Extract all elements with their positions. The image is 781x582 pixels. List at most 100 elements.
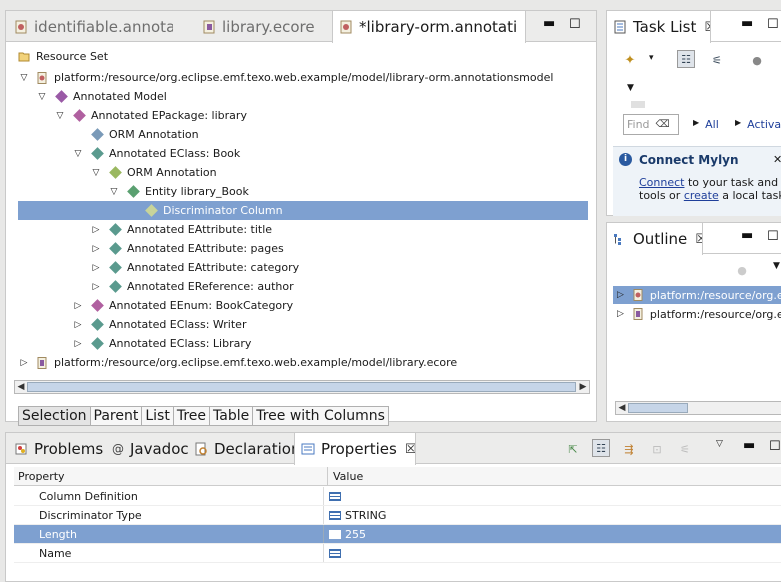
tab-identifiable-annotations[interactable]: identifiable.annotati: [8, 11, 173, 42]
subtab-parent[interactable]: Parent: [90, 406, 143, 426]
collapsed-arrow-icon[interactable]: ▷: [90, 244, 102, 254]
view-menu-icon[interactable]: ▼: [773, 261, 780, 271]
new-task-icon[interactable]: ✦: [621, 51, 639, 69]
collapsed-arrow-icon[interactable]: ▷: [72, 301, 84, 311]
close-icon[interactable]: ☒: [704, 20, 710, 35]
activate-link[interactable]: ▶ Activa...: [735, 118, 781, 131]
outline-item-selected[interactable]: ▷ platform:/resource/org.ecli: [613, 286, 781, 304]
maximize-button[interactable]: ☐: [767, 229, 779, 244]
tree-item[interactable]: ▷ platform:/resource/org.eclipse.emf.tex…: [18, 353, 588, 372]
minimize-button[interactable]: ▬: [743, 438, 755, 453]
tab-library-orm-annotations[interactable]: *library-orm.annotati ☒: [332, 11, 526, 43]
property-row-selected[interactable]: Length 255: [14, 525, 781, 544]
property-value[interactable]: [324, 548, 345, 558]
all-link[interactable]: ▶ All: [693, 118, 719, 131]
expanded-arrow-icon[interactable]: ▽: [90, 168, 102, 178]
clear-icon[interactable]: ⌫: [656, 119, 670, 130]
tree-item[interactable]: ▷ Annotated EReference: author: [18, 277, 588, 296]
tree-item[interactable]: ▽ Entity library_Book: [18, 182, 588, 201]
collapsed-arrow-icon[interactable]: ▷: [18, 358, 30, 368]
sync-icon[interactable]: ●: [733, 261, 751, 279]
collapsed-arrow-icon[interactable]: ▷: [90, 263, 102, 273]
categories-icon[interactable]: ☷: [592, 439, 610, 457]
minimize-button[interactable]: ▬: [741, 228, 753, 243]
view-menu-icon[interactable]: ▼: [627, 83, 634, 93]
tree-layout-icon[interactable]: ⚟: [676, 440, 694, 458]
expanded-arrow-icon[interactable]: ▽: [108, 187, 120, 197]
tab-outline[interactable]: Outline ☒: [607, 223, 703, 255]
tree-item[interactable]: ▷ Annotated EAttribute: category: [18, 258, 588, 277]
resource-set-root[interactable]: Resource Set: [18, 48, 108, 64]
tree-item[interactable]: ▽ ORM Annotation: [18, 163, 588, 182]
outline-horizontal-scrollbar[interactable]: ◀: [615, 401, 781, 415]
minimize-button[interactable]: ▬: [741, 16, 753, 31]
pin-icon[interactable]: ⇱: [564, 440, 582, 458]
scroll-left-icon[interactable]: ◀: [15, 381, 27, 393]
filter-advanced-icon[interactable]: ⇶: [620, 440, 638, 458]
tree-item-selected[interactable]: Discriminator Column: [18, 201, 588, 220]
collapsed-arrow-icon[interactable]: ▷: [617, 290, 624, 300]
tab-problems[interactable]: Problems: [8, 433, 104, 464]
tab-javadoc[interactable]: @ Javadoc: [106, 433, 188, 464]
maximize-button[interactable]: ☐: [569, 17, 581, 32]
property-row[interactable]: Name: [14, 544, 781, 563]
collapsed-arrow-icon[interactable]: ▷: [72, 339, 84, 349]
subtab-tree-with-columns[interactable]: Tree with Columns: [253, 406, 389, 426]
close-icon[interactable]: ☒: [695, 232, 702, 247]
expanded-arrow-icon[interactable]: ▽: [54, 111, 66, 121]
close-icon[interactable]: ✕: [773, 153, 781, 166]
tree-item[interactable]: ▷ Annotated EClass: Library: [18, 334, 588, 353]
value-column-header[interactable]: Value: [328, 470, 363, 483]
tab-library-ecore[interactable]: library.ecore: [196, 11, 326, 42]
tree-item[interactable]: ▷ Annotated EAttribute: title: [18, 220, 588, 239]
maximize-button[interactable]: ☐: [769, 439, 781, 454]
scroll-right-icon[interactable]: ▶: [577, 381, 589, 393]
sync-icon[interactable]: ●: [748, 51, 766, 69]
find-input[interactable]: Find ⌫: [623, 114, 679, 135]
collapsed-arrow-icon[interactable]: ▷: [617, 309, 624, 319]
property-value[interactable]: [324, 491, 345, 501]
close-icon[interactable]: ☒: [525, 20, 526, 35]
editor-horizontal-scrollbar[interactable]: ◀ ▶: [14, 380, 590, 394]
property-value[interactable]: STRING: [324, 509, 386, 522]
subtab-tree[interactable]: Tree: [173, 406, 211, 426]
scheduled-view-icon[interactable]: ⚟: [708, 51, 726, 69]
tree-item[interactable]: ▽ platform:/resource/org.eclipse.emf.tex…: [18, 68, 588, 87]
maximize-button[interactable]: ☐: [767, 17, 779, 32]
close-icon[interactable]: ☒: [405, 442, 415, 457]
restore-default-icon[interactable]: ⊡: [648, 440, 666, 458]
expanded-arrow-icon[interactable]: ▽: [18, 73, 30, 83]
create-link[interactable]: create: [684, 189, 719, 202]
collapsed-arrow-icon[interactable]: ▷: [90, 282, 102, 292]
chevron-down-icon[interactable]: ▾: [649, 53, 654, 63]
collapsed-arrow-icon[interactable]: ▷: [90, 225, 102, 235]
outline-item[interactable]: ▷ platform:/resource/org.ecli: [613, 305, 781, 323]
property-row[interactable]: Discriminator Type STRING: [14, 506, 781, 525]
tab-declaration[interactable]: Declaration: [188, 433, 294, 464]
view-menu-icon[interactable]: ▽: [716, 439, 723, 449]
scroll-thumb[interactable]: [27, 382, 576, 392]
property-column-header[interactable]: Property: [14, 467, 328, 485]
connect-link[interactable]: Connect: [639, 176, 684, 189]
property-value[interactable]: 255: [324, 528, 366, 541]
tree-item[interactable]: ▷ Annotated EAttribute: pages: [18, 239, 588, 258]
subtab-table[interactable]: Table: [210, 406, 254, 426]
subtab-selection[interactable]: Selection: [18, 406, 91, 426]
scroll-thumb[interactable]: [628, 403, 688, 413]
tree-item[interactable]: ▽ Annotated EClass: Book: [18, 144, 588, 163]
collapsed-arrow-icon[interactable]: ▷: [72, 320, 84, 330]
tree-item[interactable]: ▷ Annotated EClass: Writer: [18, 315, 588, 334]
subtab-list[interactable]: List: [142, 406, 174, 426]
tree-item[interactable]: ▷ Annotated EEnum: BookCategory: [18, 296, 588, 315]
minimize-button[interactable]: ▬: [543, 16, 555, 31]
tree-item[interactable]: ▽ Annotated Model: [18, 87, 588, 106]
tree-item[interactable]: ORM Annotation: [18, 125, 588, 144]
tab-properties[interactable]: Properties ☒: [294, 433, 416, 465]
expanded-arrow-icon[interactable]: ▽: [36, 92, 48, 102]
expanded-arrow-icon[interactable]: ▽: [72, 149, 84, 159]
tree-item[interactable]: ▽ Annotated EPackage: library: [18, 106, 588, 125]
tab-task-list[interactable]: Task List ☒: [607, 11, 711, 43]
categorized-view-icon[interactable]: ☷: [677, 50, 695, 68]
scroll-left-icon[interactable]: ◀: [616, 402, 628, 414]
property-row[interactable]: Column Definition: [14, 487, 781, 506]
